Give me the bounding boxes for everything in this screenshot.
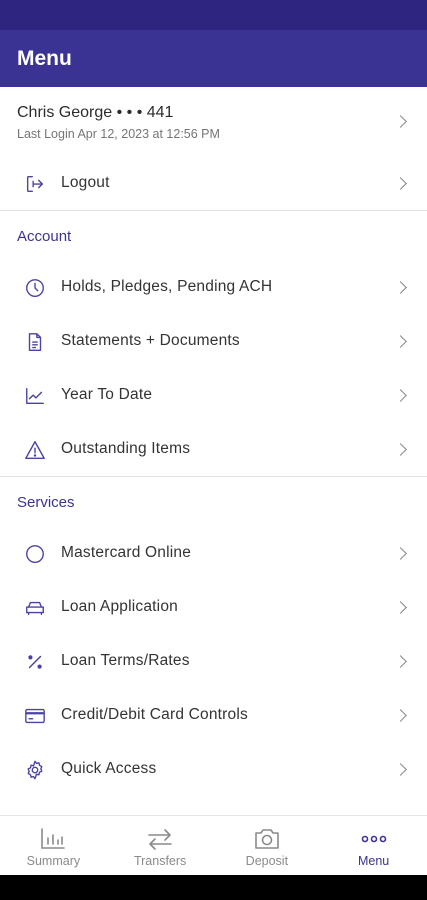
menu-item-label: Year To Date xyxy=(61,386,153,403)
menu-item-mastercard[interactable]: Mastercard Online xyxy=(0,527,427,581)
menu-item-loan-rates[interactable]: Loan Terms/Rates xyxy=(0,635,427,689)
tab-summary[interactable]: Summary xyxy=(0,816,107,876)
tab-label: Deposit xyxy=(245,854,289,868)
tab-label: Transfers xyxy=(133,854,187,868)
section-title-services: Services xyxy=(17,494,75,511)
menu-item-statements[interactable]: Statements + Documents xyxy=(0,315,427,369)
menu-item-label: Holds, Pledges, Pending ACH xyxy=(61,278,273,295)
car-icon xyxy=(24,597,48,619)
more-dots-icon xyxy=(360,826,388,852)
page-title: Menu xyxy=(17,47,72,70)
menu-item-label: Quick Access xyxy=(61,760,157,777)
logout-row[interactable]: Logout xyxy=(0,157,427,211)
tab-deposit[interactable]: Deposit xyxy=(214,816,321,876)
tab-menu[interactable]: Menu xyxy=(320,816,427,876)
menu-item-label: Loan Terms/Rates xyxy=(61,652,190,669)
chevron-right-icon xyxy=(394,335,407,348)
divider xyxy=(0,210,427,211)
chevron-right-icon xyxy=(394,763,407,776)
bar-chart-icon xyxy=(39,826,67,852)
menu-item-holds[interactable]: Holds, Pledges, Pending ACH xyxy=(0,261,427,315)
bottom-tab-bar: Summary Transfers Deposit Menu xyxy=(0,815,427,875)
tab-transfers[interactable]: Transfers xyxy=(107,816,214,876)
document-icon xyxy=(24,331,48,353)
chevron-right-icon xyxy=(394,601,407,614)
transfer-arrows-icon xyxy=(146,826,174,852)
menu-item-quick-access[interactable]: Quick Access xyxy=(0,743,427,797)
line-chart-icon xyxy=(24,385,48,407)
circle-icon xyxy=(24,543,48,565)
chevron-right-icon xyxy=(394,281,407,294)
menu-item-label: Loan Application xyxy=(61,598,178,615)
chevron-right-icon xyxy=(394,115,407,128)
gear-icon xyxy=(24,759,48,781)
clock-icon xyxy=(24,277,48,299)
user-profile-row[interactable]: Chris George • • • 441 Last Login Apr 12… xyxy=(0,87,427,157)
chevron-right-icon xyxy=(394,709,407,722)
warning-icon xyxy=(24,439,48,461)
menu-item-year-to-date[interactable]: Year To Date xyxy=(0,369,427,423)
chevron-right-icon xyxy=(394,389,407,402)
chevron-right-icon xyxy=(394,547,407,560)
tab-label: Summary xyxy=(26,854,81,868)
logout-icon xyxy=(24,173,48,195)
menu-item-card-controls[interactable]: Credit/Debit Card Controls xyxy=(0,689,427,743)
divider xyxy=(0,476,427,477)
menu-item-label: Mastercard Online xyxy=(61,544,192,561)
menu-item-label: Outstanding Items xyxy=(61,440,191,457)
chevron-right-icon xyxy=(394,443,407,456)
chevron-right-icon xyxy=(394,177,407,190)
menu-item-outstanding[interactable]: Outstanding Items xyxy=(0,423,427,477)
last-login-text: Last Login Apr 12, 2023 at 12:56 PM xyxy=(17,127,220,141)
menu-content[interactable]: Chris George • • • 441 Last Login Apr 12… xyxy=(0,87,427,815)
menu-item-label: Statements + Documents xyxy=(61,332,240,349)
tab-label: Menu xyxy=(357,854,390,868)
chevron-right-icon xyxy=(394,655,407,668)
card-icon xyxy=(24,705,48,727)
user-name: Chris George • • • 441 xyxy=(17,104,174,121)
menu-item-label: Credit/Debit Card Controls xyxy=(61,706,248,723)
app-header: Menu xyxy=(0,30,427,87)
camera-icon xyxy=(253,826,281,852)
menu-item-partial[interactable] xyxy=(0,797,427,815)
logout-label: Logout xyxy=(61,174,110,191)
menu-item-loan-application[interactable]: Loan Application xyxy=(0,581,427,635)
percent-icon xyxy=(24,651,48,673)
section-title-account: Account xyxy=(17,228,72,245)
system-nav-bar xyxy=(0,875,427,900)
status-bar xyxy=(0,0,427,30)
